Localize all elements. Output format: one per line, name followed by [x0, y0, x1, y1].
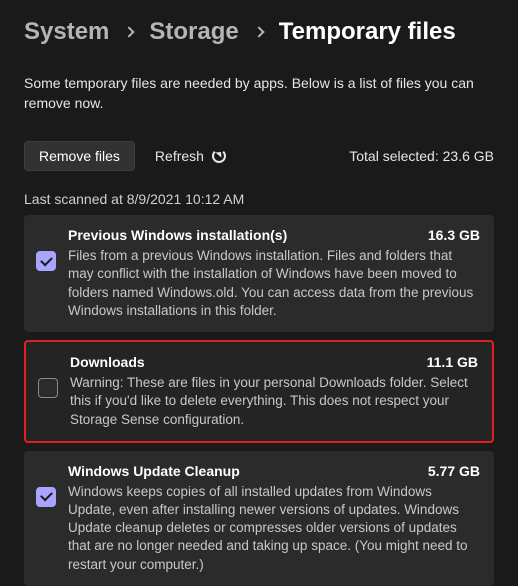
refresh-button[interactable]: Refresh: [155, 148, 226, 164]
item-body: Windows Update Cleanup 5.77 GB Windows kee…: [68, 463, 480, 574]
item-size: 5.77 GB: [428, 463, 480, 479]
item-body: Previous Windows installation(s) 16.3 GB F…: [68, 227, 480, 320]
list-item[interactable]: Windows Update Cleanup 5.77 GB Windows kee…: [24, 451, 494, 586]
refresh-label: Refresh: [155, 148, 204, 164]
chevron-right-icon: [253, 26, 264, 37]
checkbox[interactable]: [38, 378, 58, 398]
item-description: Windows keeps copies of all installed up…: [68, 483, 480, 574]
item-description: Files from a previous Windows installati…: [68, 247, 480, 320]
breadcrumb-storage[interactable]: Storage: [149, 18, 238, 46]
item-size: 11.1 GB: [427, 354, 478, 370]
breadcrumb-temporary-files: Temporary files: [279, 18, 456, 46]
breadcrumb: System Storage Temporary files: [24, 18, 494, 46]
item-title: Windows Update Cleanup: [68, 463, 240, 479]
item-title: Downloads: [70, 354, 145, 370]
chevron-right-icon: [124, 26, 135, 37]
item-size: 16.3 GB: [428, 227, 480, 243]
checkbox[interactable]: [36, 487, 56, 507]
checkbox[interactable]: [36, 251, 56, 271]
list-item[interactable]: Downloads 11.1 GB Warning: These are files…: [24, 340, 494, 443]
intro-text: Some temporary files are needed by apps.…: [24, 74, 494, 113]
total-selected: Total selected: 23.6 GB: [349, 148, 494, 164]
item-body: Downloads 11.1 GB Warning: These are files…: [70, 354, 478, 429]
breadcrumb-system[interactable]: System: [24, 18, 109, 46]
refresh-icon: [212, 149, 226, 163]
last-scanned-text: Last scanned at 8/9/2021 10:12 AM: [24, 191, 494, 207]
list-item[interactable]: Previous Windows installation(s) 16.3 GB F…: [24, 215, 494, 332]
remove-files-button[interactable]: Remove files: [24, 141, 135, 171]
item-title: Previous Windows installation(s): [68, 227, 287, 243]
actions-row: Remove files Refresh Total selected: 23.…: [24, 141, 494, 171]
file-list: Previous Windows installation(s) 16.3 GB F…: [24, 215, 494, 586]
item-description: Warning: These are files in your persona…: [70, 374, 478, 429]
